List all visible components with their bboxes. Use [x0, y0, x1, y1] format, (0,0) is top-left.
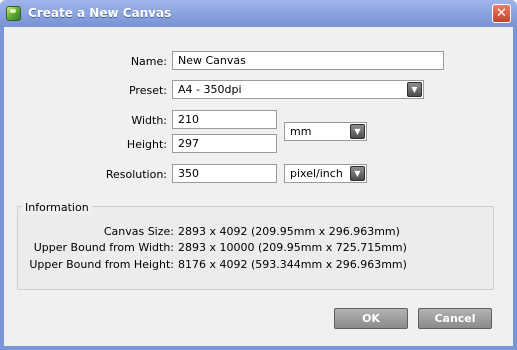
- preset-label: Preset:: [128, 84, 167, 97]
- info-label: Upper Bound from Width:: [33, 241, 174, 254]
- chevron-down-icon[interactable]: ▼: [407, 82, 422, 97]
- unit-select[interactable]: mm ▼: [284, 122, 367, 141]
- dialog-body: Name: New Canvas Preset: A4 - 350dpi ▼ W…: [4, 27, 513, 346]
- dialog-title: Create a New Canvas: [28, 6, 172, 20]
- title-bar[interactable]: Create a New Canvas ✕: [0, 0, 517, 27]
- app-icon: [6, 6, 21, 21]
- close-button[interactable]: ✕: [492, 4, 511, 23]
- unit-value: mm: [290, 125, 312, 138]
- height-input[interactable]: 297: [172, 134, 277, 153]
- chevron-down-icon[interactable]: ▼: [350, 166, 365, 181]
- info-value: 2893 x 10000 (209.95mm x 725.715mm): [178, 241, 407, 254]
- info-value: 8176 x 4092 (593.344mm x 296.963mm): [178, 258, 407, 271]
- information-legend: Information: [22, 201, 92, 214]
- resolution-label: Resolution:: [105, 168, 167, 181]
- info-row-canvas-size: Canvas Size: 2893 x 4092 (209.95mm x 296.…: [24, 225, 400, 238]
- name-label: Name:: [130, 55, 167, 68]
- info-label: Upper Bound from Height:: [29, 258, 174, 271]
- dialog-window: Create a New Canvas ✕ Name: New Canvas P…: [0, 0, 517, 350]
- resolution-input[interactable]: 350: [172, 164, 277, 183]
- cancel-button[interactable]: Cancel: [418, 308, 492, 329]
- preset-select[interactable]: A4 - 350dpi ▼: [172, 80, 424, 99]
- ok-button[interactable]: OK: [334, 308, 408, 329]
- info-row-bound-height: Upper Bound from Height: 8176 x 4092 (593…: [24, 258, 407, 271]
- info-row-bound-width: Upper Bound from Width: 2893 x 10000 (209…: [24, 241, 407, 254]
- resolution-unit-select[interactable]: pixel/inch ▼: [284, 164, 367, 183]
- info-value: 2893 x 4092 (209.95mm x 296.963mm): [178, 225, 400, 238]
- width-input[interactable]: 210: [172, 110, 277, 129]
- height-label: Height:: [126, 138, 167, 151]
- info-label: Canvas Size:: [103, 225, 174, 238]
- preset-value: A4 - 350dpi: [178, 83, 242, 96]
- name-input[interactable]: New Canvas: [172, 51, 444, 70]
- width-label: Width:: [131, 114, 167, 127]
- chevron-down-icon[interactable]: ▼: [350, 124, 365, 139]
- close-icon: ✕: [496, 6, 507, 21]
- resolution-unit-value: pixel/inch: [290, 167, 343, 180]
